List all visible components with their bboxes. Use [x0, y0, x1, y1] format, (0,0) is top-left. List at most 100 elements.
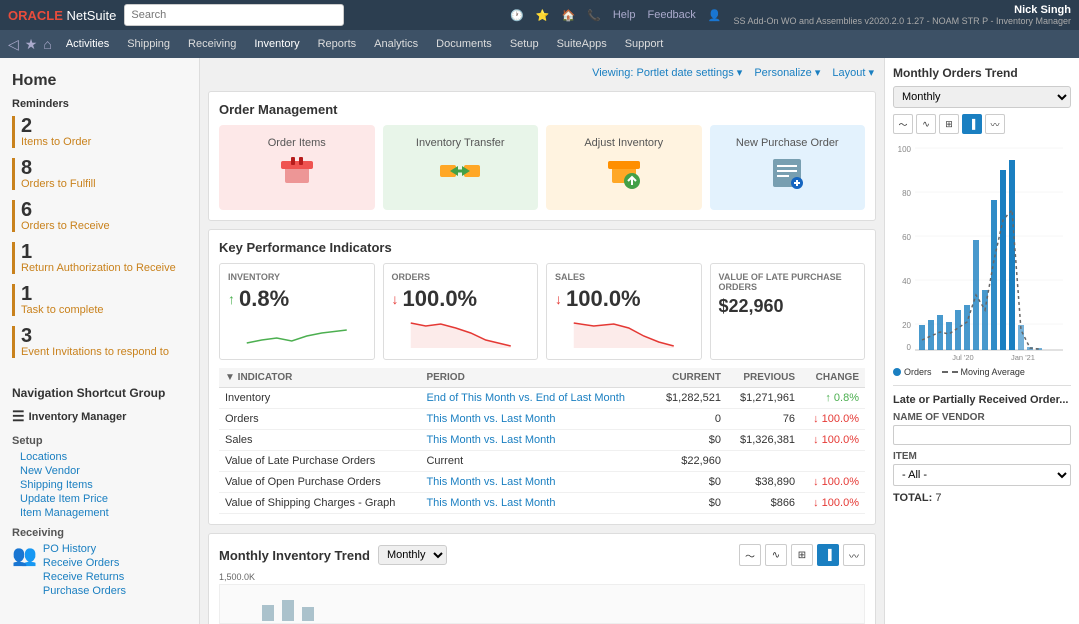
td-current-inventory: $1,282,521	[653, 388, 727, 409]
nav-inventory[interactable]: Inventory	[246, 34, 307, 54]
kpi-orders-chart	[392, 318, 530, 348]
nav-reports[interactable]: Reports	[310, 34, 365, 54]
period-link-sales[interactable]: This Month vs. Last Month	[426, 434, 555, 446]
setup-link-item-management[interactable]: Item Management	[20, 507, 187, 519]
right-panel: Monthly Orders Trend Monthly Weekly Dail…	[884, 58, 1079, 624]
vendor-label: NAME OF VENDOR	[893, 412, 1071, 423]
clock-icon[interactable]: 🕐	[510, 9, 524, 22]
kpi-table: ▼ INDICATOR PERIOD CURRENT PREVIOUS CHAN…	[219, 368, 865, 514]
reminder-link-4[interactable]: Return Authorization to Receive	[21, 262, 176, 274]
user-icon[interactable]: 👤	[708, 9, 722, 22]
nav-receiving[interactable]: Receiving	[180, 34, 244, 54]
setup-link-locations[interactable]: Locations	[20, 451, 187, 463]
vendor-input[interactable]	[893, 425, 1071, 445]
setup-link-update-item-price[interactable]: Update Item Price	[20, 493, 187, 505]
th-indicator[interactable]: ▼ INDICATOR	[219, 368, 420, 388]
panel-icon-bar[interactable]: ▐	[962, 114, 982, 134]
tile-inventory-transfer[interactable]: Inventory Transfer	[383, 125, 539, 210]
table-row: Value of Open Purchase Orders This Month…	[219, 472, 865, 493]
reminder-link-6[interactable]: Event Invitations to respond to	[21, 346, 169, 358]
period-link-inventory[interactable]: End of This Month vs. End of Last Month	[426, 392, 625, 404]
chart-icon-line2[interactable]: 〰	[843, 544, 865, 566]
td-current-orders: 0	[653, 409, 727, 430]
nav-documents[interactable]: Documents	[428, 34, 500, 54]
inv-manager-link[interactable]: ☰ Inventory Manager	[12, 406, 187, 431]
item-select[interactable]: - All -	[893, 464, 1071, 486]
td-previous-shipping: $866	[727, 493, 801, 514]
user-sub: SS Add-On WO and Assemblies v2020.2.0 1.…	[734, 16, 1072, 26]
favorites-nav-icon[interactable]: ★	[25, 36, 38, 53]
setup-title: Setup	[12, 435, 187, 447]
td-change-open-po: ↓ 100.0%	[801, 472, 865, 493]
arrow-up-icon: ↑	[228, 291, 235, 307]
nav-analytics[interactable]: Analytics	[366, 34, 426, 54]
tile-order-items[interactable]: Order Items	[219, 125, 375, 210]
item-form-group: ITEM - All -	[893, 451, 1071, 486]
search-input[interactable]	[124, 4, 344, 26]
period-link-orders[interactable]: This Month vs. Last Month	[426, 413, 555, 425]
chart-icon-area[interactable]: ∿	[765, 544, 787, 566]
feedback-link[interactable]: Feedback	[647, 9, 695, 21]
td-previous-inventory: $1,271,961	[727, 388, 801, 409]
reminders-title: Reminders	[12, 98, 187, 110]
nav-activities[interactable]: Activities	[58, 34, 117, 54]
nav-shortcut-title: Navigation Shortcut Group	[12, 386, 187, 400]
arrow-down-icon-orders: ↓	[392, 291, 399, 307]
reminder-link-2[interactable]: Orders to Fulfill	[21, 178, 96, 190]
chart-icon-table[interactable]: ⊞	[791, 544, 813, 566]
reminder-item-1: 2 Items to Order	[12, 116, 187, 148]
help-link[interactable]: Help	[613, 9, 636, 21]
item-label: ITEM	[893, 451, 1071, 462]
reminder-link-1[interactable]: Items to Order	[21, 136, 91, 148]
nav-shipping[interactable]: Shipping	[119, 34, 178, 54]
legend-moving-avg-line	[942, 371, 958, 373]
td-period-open-po: This Month vs. Last Month	[420, 472, 652, 493]
receiving-link-po-history[interactable]: PO History	[43, 543, 126, 555]
period-link-shipping[interactable]: This Month vs. Last Month	[426, 497, 555, 509]
table-row: Value of Late Purchase Orders Current $2…	[219, 451, 865, 472]
home-nav-icon[interactable]: ⌂	[43, 36, 51, 52]
td-period-inventory: End of This Month vs. End of Last Month	[420, 388, 652, 409]
personalize-link[interactable]: Personalize ▾	[754, 66, 820, 79]
reminder-link-5[interactable]: Task to complete	[21, 304, 104, 316]
monthly-trend-select[interactable]: Monthly Weekly Daily	[378, 545, 447, 565]
home-icon[interactable]: 🏠	[561, 9, 575, 22]
tile-new-purchase-order[interactable]: New Purchase Order	[710, 125, 866, 210]
back-icon[interactable]: ◁	[8, 36, 19, 53]
kpi-sales-label: SALES	[555, 272, 693, 282]
phone-icon[interactable]: 📞	[587, 9, 601, 22]
monthly-trend-title: Monthly Inventory Trend	[219, 548, 370, 563]
th-period: PERIOD	[420, 368, 652, 388]
panel-icon-line2[interactable]: 〰	[985, 114, 1005, 134]
panel-icon-line[interactable]: 〜	[893, 114, 913, 134]
star-icon[interactable]: ⭐	[536, 9, 550, 22]
tile-label-order-items: Order Items	[268, 137, 326, 149]
viewing-link[interactable]: Viewing: Portlet date settings ▾	[592, 66, 742, 79]
td-previous-late-po	[727, 451, 801, 472]
tile-adjust-inventory[interactable]: Adjust Inventory	[546, 125, 702, 210]
receiving-link-purchase-orders[interactable]: Purchase Orders	[43, 585, 126, 597]
td-period-shipping: This Month vs. Last Month	[420, 493, 652, 514]
reminder-link-3[interactable]: Orders to Receive	[21, 220, 110, 232]
legend-orders: Orders	[893, 367, 932, 377]
layout-link[interactable]: Layout ▾	[832, 66, 874, 79]
receiving-link-receive-orders[interactable]: Receive Orders	[43, 557, 126, 569]
setup-link-new-vendor[interactable]: New Vendor	[20, 465, 187, 477]
reminder-number-3: 6	[21, 200, 110, 220]
kpi-inventory-label: INVENTORY	[228, 272, 366, 282]
table-row: Value of Shipping Charges - Graph This M…	[219, 493, 865, 514]
setup-link-shipping-items[interactable]: Shipping Items	[20, 479, 187, 491]
reminder-number-2: 8	[21, 158, 96, 178]
chart-icon-bar[interactable]: ▐	[817, 544, 839, 566]
sort-indicator-icon[interactable]: ▼	[225, 372, 235, 383]
panel-icon-area[interactable]: ∿	[916, 114, 936, 134]
late-panel: Late or Partially Received Order... NAME…	[893, 385, 1071, 504]
nav-setup[interactable]: Setup	[502, 34, 547, 54]
receiving-link-receive-returns[interactable]: Receive Returns	[43, 571, 126, 583]
chart-icon-line[interactable]: 〜	[739, 544, 761, 566]
panel-icon-table[interactable]: ⊞	[939, 114, 959, 134]
orders-trend-select[interactable]: Monthly Weekly Daily	[893, 86, 1071, 108]
period-link-open-po[interactable]: This Month vs. Last Month	[426, 476, 555, 488]
nav-support[interactable]: Support	[617, 34, 672, 54]
nav-suiteapps[interactable]: SuiteApps	[549, 34, 615, 54]
